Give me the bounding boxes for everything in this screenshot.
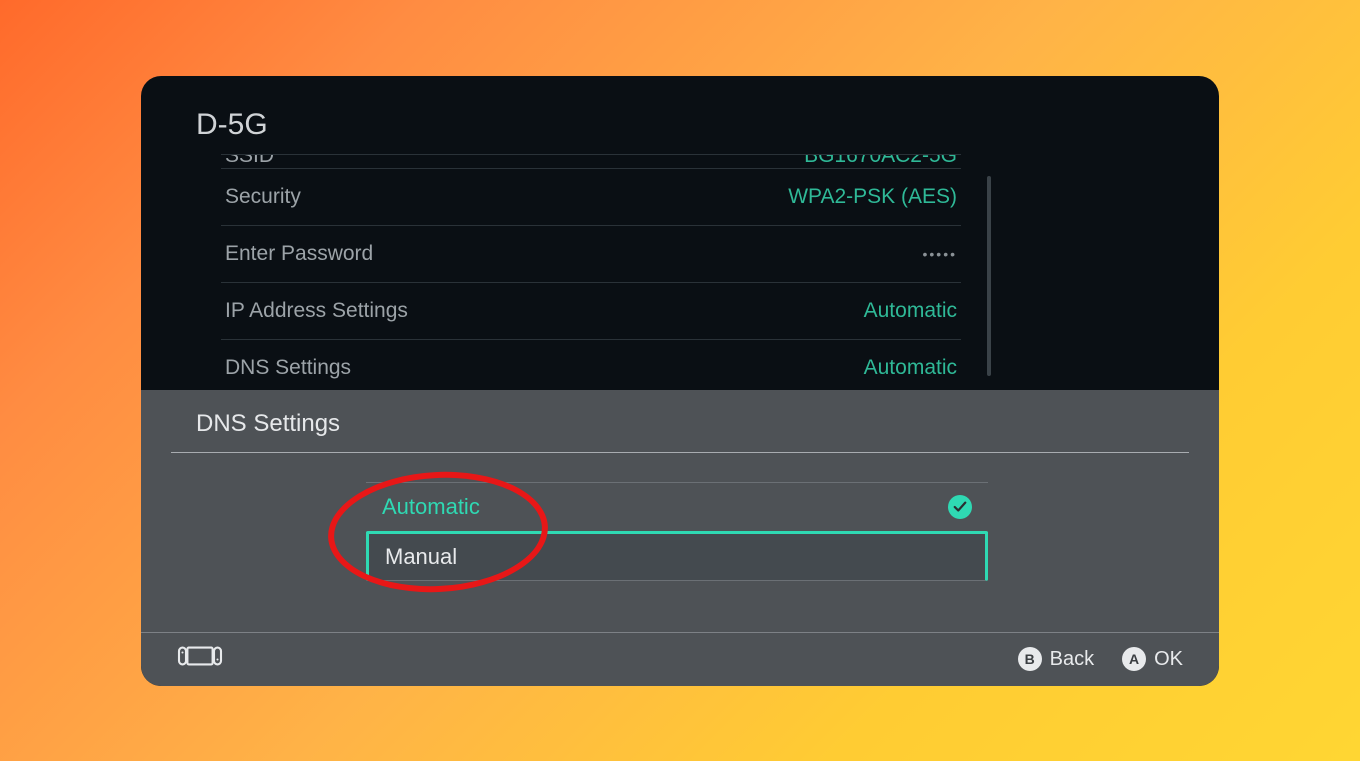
- ok-label: OK: [1154, 648, 1183, 671]
- settings-row-password[interactable]: Enter Password •••••: [221, 225, 961, 282]
- scrollbar[interactable]: [987, 176, 991, 376]
- back-label: Back: [1050, 648, 1094, 671]
- ssid-value: BG1670AC2-5G: [804, 154, 957, 168]
- dialog-title: DNS Settings: [196, 410, 340, 438]
- password-value: •••••: [922, 246, 957, 262]
- settings-row-security[interactable]: Security WPA2-PSK (AES): [221, 168, 961, 225]
- ssid-label: SSID: [225, 154, 274, 168]
- footer-bar: B Back A OK: [141, 632, 1219, 686]
- settings-row-ssid[interactable]: SSID BG1670AC2-5G: [221, 154, 961, 168]
- ip-label: IP Address Settings: [225, 299, 408, 323]
- security-value: WPA2-PSK (AES): [788, 185, 957, 209]
- option-automatic[interactable]: Automatic: [366, 482, 988, 532]
- dns-dialog: DNS Settings Automatic Manual: [141, 390, 1219, 686]
- b-button-icon: B: [1018, 647, 1042, 671]
- back-button[interactable]: B Back: [1018, 647, 1094, 671]
- security-label: Security: [225, 185, 301, 209]
- dns-options: Automatic Manual: [366, 482, 988, 580]
- ok-button[interactable]: A OK: [1122, 647, 1183, 671]
- check-icon: [948, 495, 972, 519]
- option-manual[interactable]: Manual: [366, 531, 988, 581]
- settings-row-ip[interactable]: IP Address Settings Automatic: [221, 282, 961, 339]
- settings-row-dns[interactable]: DNS Settings Automatic: [221, 339, 961, 396]
- ip-value: Automatic: [864, 299, 957, 323]
- option-manual-label: Manual: [385, 544, 457, 570]
- password-label: Enter Password: [225, 242, 373, 266]
- footer-actions: B Back A OK: [1018, 647, 1183, 671]
- network-title: D-5G: [196, 108, 268, 142]
- dialog-separator: [171, 452, 1189, 453]
- console-icon: [177, 642, 223, 676]
- settings-list: SSID BG1670AC2-5G Security WPA2-PSK (AES…: [221, 154, 961, 396]
- a-button-icon: A: [1122, 647, 1146, 671]
- dns-label: DNS Settings: [225, 356, 351, 380]
- option-automatic-label: Automatic: [382, 494, 480, 520]
- settings-screen: D-5G SSID BG1670AC2-5G Security WPA2-PSK…: [141, 76, 1219, 686]
- dns-value: Automatic: [864, 356, 957, 380]
